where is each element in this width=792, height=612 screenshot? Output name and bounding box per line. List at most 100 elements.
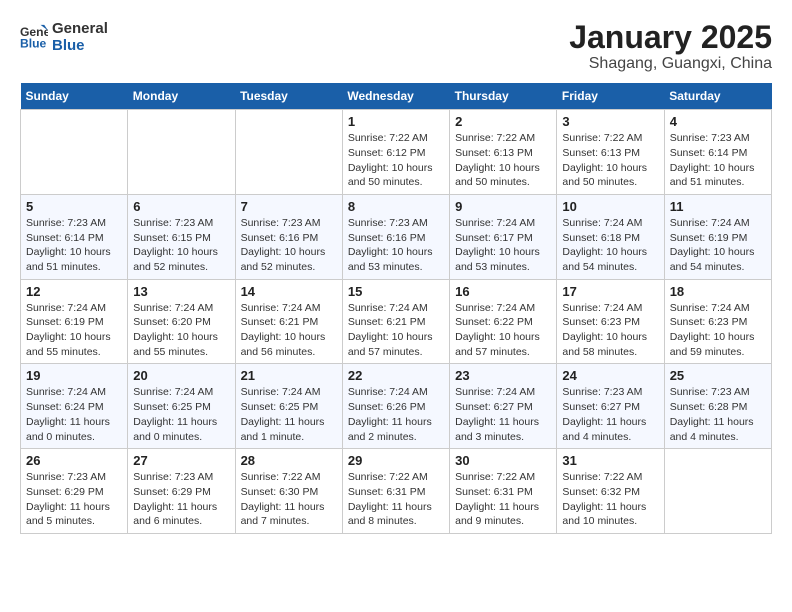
calendar-cell [128,110,235,195]
day-number: 30 [455,453,551,468]
calendar-cell: 27 Sunrise: 7:23 AM Sunset: 6:29 PM Dayli… [128,449,235,534]
day-number: 16 [455,284,551,299]
day-info: Sunrise: 7:24 AM Sunset: 6:21 PM Dayligh… [348,301,444,360]
day-number: 22 [348,368,444,383]
calendar-cell: 2Sunrise: 7:22 AM Sunset: 6:13 PM Daylig… [450,110,557,195]
day-info: Sunrise: 7:23 AM Sunset: 6:14 PM Dayligh… [26,216,122,275]
week-row-4: 19 Sunrise: 7:24 AM Sunset: 6:24 PM Dayli… [21,364,772,449]
day-info: Sunrise: 7:24 AM Sunset: 6:27 PM Dayligh… [455,385,551,444]
calendar-cell: 31Sunrise: 7:22 AM Sunset: 6:32 PM Dayli… [557,449,664,534]
day-info: Sunrise: 7:24 AM Sunset: 6:23 PM Dayligh… [562,301,658,360]
day-info: Sunrise: 7:22 AM Sunset: 6:31 PM Dayligh… [455,470,551,529]
page-header: General Blue General Blue January 2025 S… [20,20,772,73]
day-number: 27 [133,453,229,468]
weekday-header-saturday: Saturday [664,83,771,110]
svg-text:Blue: Blue [20,36,47,50]
calendar-cell [664,449,771,534]
month-title: January 2025 [569,20,772,55]
day-info: Sunrise: 7:24 AM Sunset: 6:25 PM Dayligh… [133,385,229,444]
week-row-3: 12 Sunrise: 7:24 AM Sunset: 6:19 PM Dayli… [21,279,772,364]
calendar-cell: 1 Sunrise: 7:22 AM Sunset: 6:12 PM Daylig… [342,110,449,195]
day-info: Sunrise: 7:23 AM Sunset: 6:29 PM Dayligh… [26,470,122,529]
calendar-cell: 10 Sunrise: 7:24 AM Sunset: 6:18 PM Dayli… [557,194,664,279]
day-info: Sunrise: 7:23 AM Sunset: 6:27 PM Dayligh… [562,385,658,444]
calendar-cell: 20 Sunrise: 7:24 AM Sunset: 6:25 PM Dayli… [128,364,235,449]
day-number: 28 [241,453,337,468]
calendar-cell: 6 Sunrise: 7:23 AM Sunset: 6:15 PM Daylig… [128,194,235,279]
weekday-header-monday: Monday [128,83,235,110]
day-info: Sunrise: 7:24 AM Sunset: 6:23 PM Dayligh… [670,301,766,360]
day-info: Sunrise: 7:24 AM Sunset: 6:19 PM Dayligh… [670,216,766,275]
day-number: 10 [562,199,658,214]
calendar-cell: 25 Sunrise: 7:23 AM Sunset: 6:28 PM Dayli… [664,364,771,449]
calendar-cell: 12 Sunrise: 7:24 AM Sunset: 6:19 PM Dayli… [21,279,128,364]
day-info: Sunrise: 7:22 AM Sunset: 6:31 PM Dayligh… [348,470,444,529]
calendar-cell: 4 Sunrise: 7:23 AM Sunset: 6:14 PM Daylig… [664,110,771,195]
logo-text-blue: Blue [52,37,108,54]
day-info: Sunrise: 7:24 AM Sunset: 6:26 PM Dayligh… [348,385,444,444]
calendar-table: SundayMondayTuesdayWednesdayThursdayFrid… [20,83,772,534]
day-info: Sunrise: 7:23 AM Sunset: 6:16 PM Dayligh… [241,216,337,275]
week-row-1: 1 Sunrise: 7:22 AM Sunset: 6:12 PM Daylig… [21,110,772,195]
day-number: 9 [455,199,551,214]
day-info: Sunrise: 7:22 AM Sunset: 6:13 PM Dayligh… [562,131,658,190]
day-info: Sunrise: 7:24 AM Sunset: 6:19 PM Dayligh… [26,301,122,360]
weekday-header-friday: Friday [557,83,664,110]
day-info: Sunrise: 7:24 AM Sunset: 6:17 PM Dayligh… [455,216,551,275]
day-number: 12 [26,284,122,299]
day-number: 21 [241,368,337,383]
day-info: Sunrise: 7:23 AM Sunset: 6:14 PM Dayligh… [670,131,766,190]
location: Shagang, Guangxi, China [569,55,772,73]
day-number: 2 [455,114,551,129]
week-row-2: 5 Sunrise: 7:23 AM Sunset: 6:14 PM Daylig… [21,194,772,279]
calendar-cell [21,110,128,195]
day-number: 26 [26,453,122,468]
calendar-cell: 11 Sunrise: 7:24 AM Sunset: 6:19 PM Dayli… [664,194,771,279]
day-number: 11 [670,199,766,214]
day-number: 14 [241,284,337,299]
day-info: Sunrise: 7:23 AM Sunset: 6:28 PM Dayligh… [670,385,766,444]
calendar-cell: 22 Sunrise: 7:24 AM Sunset: 6:26 PM Dayli… [342,364,449,449]
day-number: 17 [562,284,658,299]
calendar-cell: 8Sunrise: 7:23 AM Sunset: 6:16 PM Daylig… [342,194,449,279]
logo: General Blue General Blue [20,20,108,54]
calendar-cell: 5 Sunrise: 7:23 AM Sunset: 6:14 PM Daylig… [21,194,128,279]
day-number: 25 [670,368,766,383]
day-number: 20 [133,368,229,383]
day-info: Sunrise: 7:24 AM Sunset: 6:21 PM Dayligh… [241,301,337,360]
day-info: Sunrise: 7:24 AM Sunset: 6:20 PM Dayligh… [133,301,229,360]
day-info: Sunrise: 7:24 AM Sunset: 6:18 PM Dayligh… [562,216,658,275]
calendar-cell: 19 Sunrise: 7:24 AM Sunset: 6:24 PM Dayli… [21,364,128,449]
day-info: Sunrise: 7:24 AM Sunset: 6:22 PM Dayligh… [455,301,551,360]
calendar-cell: 7 Sunrise: 7:23 AM Sunset: 6:16 PM Daylig… [235,194,342,279]
day-number: 3 [562,114,658,129]
day-number: 4 [670,114,766,129]
day-number: 6 [133,199,229,214]
weekday-header-row: SundayMondayTuesdayWednesdayThursdayFrid… [21,83,772,110]
day-number: 5 [26,199,122,214]
day-info: Sunrise: 7:23 AM Sunset: 6:15 PM Dayligh… [133,216,229,275]
calendar-cell [235,110,342,195]
day-number: 7 [241,199,337,214]
day-info: Sunrise: 7:23 AM Sunset: 6:16 PM Dayligh… [348,216,444,275]
weekday-header-tuesday: Tuesday [235,83,342,110]
day-number: 19 [26,368,122,383]
calendar-cell: 14 Sunrise: 7:24 AM Sunset: 6:21 PM Dayli… [235,279,342,364]
day-number: 29 [348,453,444,468]
day-info: Sunrise: 7:24 AM Sunset: 6:24 PM Dayligh… [26,385,122,444]
calendar-cell: 26 Sunrise: 7:23 AM Sunset: 6:29 PM Dayli… [21,449,128,534]
day-info: Sunrise: 7:24 AM Sunset: 6:25 PM Dayligh… [241,385,337,444]
calendar-cell: 24Sunrise: 7:23 AM Sunset: 6:27 PM Dayli… [557,364,664,449]
calendar-cell: 30 Sunrise: 7:22 AM Sunset: 6:31 PM Dayli… [450,449,557,534]
calendar-cell: 17 Sunrise: 7:24 AM Sunset: 6:23 PM Dayli… [557,279,664,364]
calendar-cell: 15Sunrise: 7:24 AM Sunset: 6:21 PM Dayli… [342,279,449,364]
day-number: 1 [348,114,444,129]
calendar-cell: 16 Sunrise: 7:24 AM Sunset: 6:22 PM Dayli… [450,279,557,364]
calendar-cell: 18Sunrise: 7:24 AM Sunset: 6:23 PM Dayli… [664,279,771,364]
day-info: Sunrise: 7:22 AM Sunset: 6:30 PM Dayligh… [241,470,337,529]
day-info: Sunrise: 7:23 AM Sunset: 6:29 PM Dayligh… [133,470,229,529]
weekday-header-wednesday: Wednesday [342,83,449,110]
calendar-cell: 9 Sunrise: 7:24 AM Sunset: 6:17 PM Daylig… [450,194,557,279]
calendar-cell: 23Sunrise: 7:24 AM Sunset: 6:27 PM Dayli… [450,364,557,449]
day-info: Sunrise: 7:22 AM Sunset: 6:12 PM Dayligh… [348,131,444,190]
